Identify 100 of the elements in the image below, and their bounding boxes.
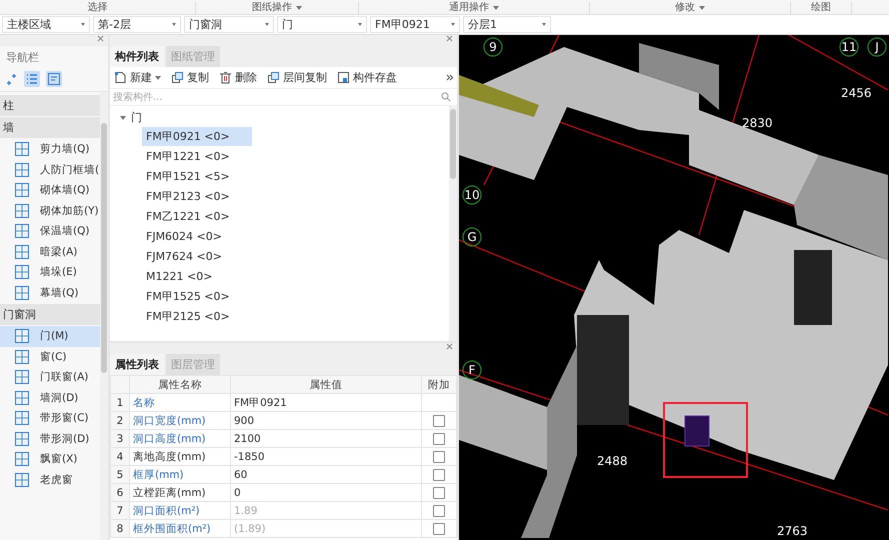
- nav-item[interactable]: 砌体加筋(Y): [0, 200, 100, 221]
- checkbox[interactable]: [433, 432, 445, 445]
- panel-icon: [14, 223, 30, 240]
- panel-icon: [14, 430, 30, 447]
- panel-icon: [14, 472, 30, 488]
- copy-icon: [267, 71, 280, 84]
- dropdown[interactable]: 第-2层: [93, 16, 181, 33]
- ribbon-group-label[interactable]: 图纸操作: [196, 2, 359, 14]
- panel-icon: [14, 264, 30, 280]
- nav-group-header[interactable]: 柱: [0, 95, 100, 116]
- trash-icon: [219, 71, 232, 84]
- toolbar-button[interactable]: 构件存盘: [337, 70, 397, 85]
- dimension-label: 2456: [841, 86, 872, 100]
- nav-item[interactable]: 飘窗(X): [0, 449, 100, 470]
- tree-item[interactable]: FM甲0921 <0>: [142, 126, 252, 146]
- toolbar-button[interactable]: 复制: [171, 70, 209, 85]
- tree-item[interactable]: FM甲2123 <0>: [142, 186, 252, 206]
- axis-bubble: F: [462, 360, 482, 380]
- property-value[interactable]: 60: [230, 466, 422, 484]
- row-number: 4: [110, 448, 130, 466]
- axis-bubble: 11: [840, 38, 858, 56]
- tree-item[interactable]: FM甲2125 <0>: [142, 306, 252, 326]
- property-value[interactable]: 900: [230, 412, 422, 430]
- dropdown[interactable]: 主楼区域: [2, 16, 90, 33]
- checkbox[interactable]: [433, 468, 445, 481]
- scrollbar-thumb[interactable]: [450, 109, 456, 179]
- dimension-label: 2488: [597, 454, 628, 468]
- nav-item[interactable]: 人防门框墙(: [0, 160, 100, 180]
- ribbon-group-label[interactable]: 通用操作: [359, 2, 590, 14]
- property-value[interactable]: 2100: [230, 430, 422, 448]
- ribbon-group-label[interactable]: 修改: [590, 2, 791, 14]
- list-view-icon[interactable]: [24, 71, 40, 87]
- caret-icon: [81, 23, 85, 26]
- nav-group-header[interactable]: 门窗洞: [0, 304, 100, 325]
- nav-item[interactable]: 墙垛(E): [0, 262, 100, 282]
- panel-icon: [14, 202, 30, 219]
- dropdown[interactable]: 门: [277, 16, 367, 33]
- dimension-label: 2830: [742, 116, 773, 130]
- nav-item[interactable]: 幕墙(Q): [0, 282, 100, 303]
- panel-icon: [14, 162, 30, 178]
- tree-item[interactable]: FJM7624 <0>: [142, 248, 252, 264]
- nav-item[interactable]: 砌体墙(Q): [0, 180, 100, 200]
- search-icon: [441, 92, 451, 102]
- sparkle-icon[interactable]: [6, 73, 18, 85]
- nav-item[interactable]: 门联窗(A): [0, 367, 100, 388]
- checkbox[interactable]: [433, 486, 445, 499]
- panel-title: 导航栏: [5, 50, 40, 66]
- nav-item[interactable]: 保温墙(Q): [0, 221, 100, 242]
- property-value[interactable]: FM甲0921: [230, 394, 422, 412]
- tree-item[interactable]: FM甲1525 <0>: [142, 286, 252, 306]
- nav-item[interactable]: 门(M): [0, 326, 100, 346]
- tree-item[interactable]: FM甲1521 <5>: [142, 166, 252, 186]
- ribbon-group-label[interactable]: 绘图: [791, 2, 852, 14]
- toolbar-button[interactable]: 新建: [114, 70, 161, 85]
- save-icon: [337, 71, 350, 84]
- property-value[interactable]: 0: [230, 484, 422, 502]
- nav-item[interactable]: 剪力墙(Q): [0, 139, 100, 160]
- expand-arrow-icon[interactable]: [120, 116, 126, 120]
- tree-item[interactable]: FJM6024 <0>: [142, 228, 252, 244]
- column-header: 附加: [422, 376, 456, 394]
- panel-icon: [14, 284, 30, 301]
- nav-item[interactable]: 暗梁(A): [0, 242, 100, 262]
- property-value[interactable]: -1850: [230, 448, 422, 466]
- row-number: 8: [110, 520, 130, 538]
- row-number: 3: [110, 430, 130, 448]
- dropdown[interactable]: 门窗洞: [184, 16, 274, 33]
- more-icon[interactable]: [446, 74, 453, 81]
- checkbox[interactable]: [433, 450, 445, 463]
- nav-item[interactable]: 窗(C): [0, 346, 100, 367]
- panel-tab[interactable]: 属性列表: [110, 354, 164, 375]
- toolbar-button[interactable]: 删除: [219, 70, 257, 85]
- panel-icon: [14, 369, 30, 386]
- panel-icon: [14, 141, 30, 158]
- dropdown[interactable]: FM甲0921: [370, 16, 460, 33]
- nav-item[interactable]: 墙洞(D): [0, 388, 100, 408]
- ribbon-group-label[interactable]: 选择: [0, 2, 196, 14]
- 3d-viewport[interactable]: 9 11 J 10 G F 2830 2456 2488 2763: [459, 35, 889, 540]
- axis-bubble: 9: [484, 38, 502, 56]
- search-field[interactable]: 搜索构件...: [113, 92, 441, 102]
- tree-node[interactable]: 门: [131, 110, 142, 125]
- dropdown[interactable]: 分层1: [463, 16, 551, 33]
- panel-icon: [14, 451, 30, 468]
- checkbox[interactable]: [433, 414, 445, 427]
- axis-bubble: G: [462, 228, 482, 246]
- panel-icon: [14, 410, 30, 426]
- nav-item[interactable]: 老虎窗: [0, 470, 100, 490]
- toolbar-button[interactable]: 层间复制: [267, 70, 327, 85]
- detail-view-icon[interactable]: [46, 71, 62, 87]
- copy-icon: [171, 71, 184, 84]
- scrollbar-thumb[interactable]: [101, 123, 107, 373]
- nav-group-header[interactable]: 墙: [0, 117, 100, 138]
- tree-item[interactable]: FM甲1221 <0>: [142, 146, 252, 166]
- nav-item[interactable]: 带形洞(D): [0, 428, 100, 449]
- row-number: 6: [110, 484, 130, 502]
- row-number: 7: [110, 502, 130, 520]
- panel-tab[interactable]: 构件列表: [110, 46, 164, 67]
- nav-item[interactable]: 带形窗(C): [0, 408, 100, 428]
- tree-item[interactable]: M1221 <0>: [142, 268, 252, 284]
- axis-bubble: J: [868, 38, 886, 56]
- tree-item[interactable]: FM乙1221 <0>: [142, 206, 252, 226]
